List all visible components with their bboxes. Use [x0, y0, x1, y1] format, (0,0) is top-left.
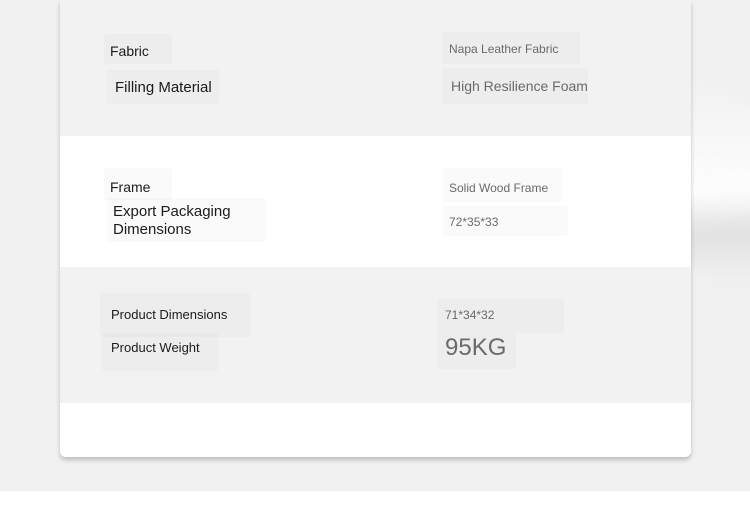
- fabric-label: Fabric: [110, 43, 149, 59]
- spec-section-structure: Frame Solid Wood Frame Export Packaging …: [60, 136, 691, 267]
- filling-material-label: Filling Material: [115, 79, 212, 96]
- product-weight-label: Product Weight: [111, 340, 200, 355]
- bottom-band: [0, 491, 750, 512]
- card-footer: [60, 403, 691, 457]
- export-packaging-label: Export Packaging Dimensions: [113, 203, 231, 239]
- frame-value: Solid Wood Frame: [449, 181, 549, 195]
- specifications-card: Fabric Napa Leather Fabric Filling Mater…: [60, 0, 691, 457]
- frame-label: Frame: [110, 179, 151, 195]
- product-weight-value: 95KG: [445, 334, 507, 361]
- product-dimensions-value: 71*34*32: [445, 308, 495, 322]
- export-packaging-value: 72*35*33: [449, 215, 499, 229]
- product-dimensions-label: Product Dimensions: [111, 307, 228, 322]
- fabric-value: Napa Leather Fabric: [449, 42, 559, 56]
- export-packaging-label-line1: Export Packaging: [113, 203, 231, 220]
- export-packaging-label-line2: Dimensions: [113, 221, 192, 238]
- spec-section-size-weight: Product Dimensions 71*34*32 Product Weig…: [60, 267, 691, 403]
- filling-material-value: High Resilience Foam: [451, 78, 588, 94]
- spec-section-materials: Fabric Napa Leather Fabric Filling Mater…: [60, 0, 691, 136]
